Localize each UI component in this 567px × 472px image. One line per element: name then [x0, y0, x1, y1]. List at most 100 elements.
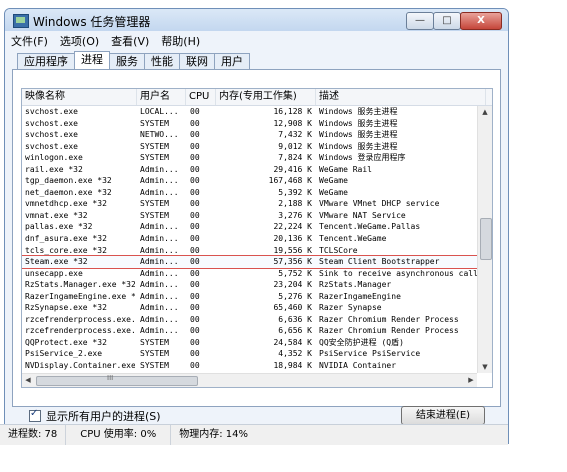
table-row[interactable]: RzStats.Manager.exe *32 Admin... 00 23,204 …: [22, 279, 477, 291]
column-image-name[interactable]: 映像名称: [22, 89, 137, 105]
process-cpu: 00: [190, 187, 200, 197]
column-user-name[interactable]: 用户名: [137, 89, 186, 105]
title-bar[interactable]: Windows 任务管理器 — □ X: [5, 9, 508, 31]
table-row[interactable]: vmnat.exe *32 SYSTEM 00 3,276 K VMware NAT S…: [22, 210, 477, 222]
scroll-up-icon[interactable]: ▲: [478, 106, 492, 118]
tab-strip: 应用程序 进程 服务 性能 联网 用户: [17, 51, 250, 69]
process-user: Admin...: [140, 222, 179, 232]
process-description: VMware VMnet DHCP service: [319, 199, 440, 209]
process-description: Tencent.WeGame.Pallas: [319, 222, 421, 232]
process-memory: 167,468 K: [268, 176, 312, 186]
process-user: Admin...: [140, 164, 179, 174]
process-memory: 19,556 K: [273, 245, 312, 255]
table-row[interactable]: rail.exe *32 Admin... 00 29,416 K WeGame Rai…: [22, 164, 477, 176]
process-user: SYSTEM: [140, 361, 169, 371]
process-user: SYSTEM: [140, 199, 169, 209]
table-row[interactable]: tgp_daemon.exe *32 Admin... 00 167,468 K WeG…: [22, 175, 477, 187]
process-user: Admin...: [140, 176, 179, 186]
scroll-left-icon[interactable]: ◀: [22, 374, 34, 387]
table-row[interactable]: unsecapp.exe Admin... 00 5,752 K Sink to rec…: [22, 268, 479, 280]
process-description: Tencent.WeGame: [319, 234, 387, 244]
process-name: rail.exe *32: [25, 164, 83, 174]
process-description: Windows 登录应用程序: [319, 153, 406, 163]
process-cpu: 00: [190, 176, 200, 186]
menu-help[interactable]: 帮助(H): [155, 33, 206, 51]
vertical-scrollbar[interactable]: ▲ ▼: [477, 106, 492, 373]
maximize-button[interactable]: □: [433, 12, 461, 30]
table-row[interactable]: RzSynapse.exe *32 Admin... 00 65,460 K Razer…: [22, 302, 477, 314]
minimize-button[interactable]: —: [406, 12, 434, 30]
table-row[interactable]: net_daemon.exe *32 Admin... 00 5,392 K WeGam…: [22, 187, 477, 199]
process-description: Windows 服务主进程: [319, 130, 398, 140]
status-bar: 进程数: 78 CPU 使用率: 0% 物理内存: 14%: [0, 424, 508, 445]
process-memory: 29,416 K: [273, 164, 312, 174]
process-cpu: 00: [190, 245, 200, 255]
process-cpu: 00: [190, 141, 200, 151]
process-description: Steam Client Bootstrapper: [319, 257, 440, 267]
table-row-selected[interactable]: Steam.exe *32 Admin... 00 57,356 K Steam Cli…: [22, 255, 478, 269]
menu-view[interactable]: 查看(V): [105, 33, 155, 51]
process-memory: 5,752 K: [278, 268, 312, 278]
column-memory[interactable]: 内存(专用工作集): [216, 89, 316, 105]
table-row[interactable]: rzcefrenderprocess.exe... Admin... 00 6,656…: [22, 325, 477, 337]
process-user: NETWO...: [140, 130, 179, 140]
table-row[interactable]: svchost.exe LOCAL... 00 16,128 K Windows 服务主…: [22, 106, 477, 118]
process-memory: 9,012 K: [278, 141, 312, 151]
show-all-processes-checkbox[interactable]: 显示所有用户的进程(S): [29, 408, 161, 424]
tab-networking[interactable]: 联网: [179, 53, 215, 69]
close-button[interactable]: X: [460, 12, 502, 30]
process-user: LOCAL...: [140, 107, 179, 116]
tab-users[interactable]: 用户: [214, 53, 250, 69]
process-description: PsiService PsiService: [319, 349, 421, 359]
table-row[interactable]: svchost.exe NETWO... 00 7,432 K Windows 服务主进…: [22, 129, 477, 141]
horizontal-scroll-thumb[interactable]: III: [36, 374, 198, 386]
scroll-down-icon[interactable]: ▼: [478, 361, 492, 373]
column-description[interactable]: 描述: [316, 89, 486, 105]
tab-services[interactable]: 服务: [109, 53, 145, 69]
tab-processes[interactable]: 进程: [74, 51, 110, 69]
column-cpu[interactable]: CPU: [186, 89, 216, 105]
process-memory: 22,224 K: [273, 222, 312, 232]
end-process-button[interactable]: 结束进程(E): [401, 406, 485, 425]
table-row[interactable]: RazerIngameEngine.exe *32 Admin... 00 5,276…: [22, 291, 477, 303]
scroll-right-icon[interactable]: ▶: [465, 374, 477, 387]
tab-performance[interactable]: 性能: [144, 53, 180, 69]
menu-options[interactable]: 选项(O): [54, 33, 105, 51]
process-description: RazerIngameEngine: [319, 291, 401, 301]
table-row[interactable]: QQProtect.exe *32 SYSTEM 00 24,584 K QQ安全防护进…: [22, 337, 477, 349]
table-row[interactable]: dnf_asura.exe *32 Admin... 00 20,136 K Tence…: [22, 233, 477, 245]
table-row[interactable]: PsiService_2.exe SYSTEM 00 4,352 K PsiServic…: [22, 348, 477, 360]
process-cpu: 00: [190, 314, 200, 324]
memory-usage: 物理内存: 14%: [179, 429, 248, 440]
process-cpu: 00: [190, 107, 200, 116]
table-row[interactable]: NVDisplay.Container.exe SYSTEM 00 18,984 K N…: [22, 360, 477, 372]
table-row[interactable]: winlogon.exe SYSTEM 00 7,824 K Windows 登录应用程…: [22, 152, 477, 164]
table-row[interactable]: vmnetdhcp.exe *32 SYSTEM 00 2,188 K VMware V…: [22, 198, 477, 210]
table-row[interactable]: tcls_core.exe *32 Admin... 00 19,556 K TCLSC…: [22, 245, 477, 257]
menu-file[interactable]: 文件(F): [5, 33, 54, 51]
process-name: rzcefrenderprocess.exe...: [25, 326, 135, 336]
table-row[interactable]: svchost.exe SYSTEM 00 9,012 K Windows 服务主进程: [22, 141, 477, 153]
horizontal-scrollbar[interactable]: ◀ III ▶: [22, 373, 477, 387]
process-name: Steam.exe *32: [25, 257, 88, 267]
process-description: TCLSCore: [319, 245, 358, 255]
process-memory: 6,656 K: [278, 326, 312, 336]
list-header: 映像名称 用户名 CPU 内存(专用工作集) 描述: [22, 89, 492, 106]
vertical-scroll-thumb[interactable]: [480, 218, 492, 260]
process-memory: 5,276 K: [278, 291, 312, 301]
process-cpu: 00: [190, 303, 200, 313]
process-cpu: 00: [190, 118, 200, 128]
process-name: rzcefrenderprocess.exe...: [25, 314, 135, 324]
process-description: VMware NAT Service: [319, 210, 406, 220]
process-name: vmnetdhcp.exe *32: [25, 199, 107, 209]
process-name: PsiService_2.exe: [25, 349, 103, 359]
checkbox-checked-icon[interactable]: [29, 408, 41, 422]
process-user: Admin...: [140, 187, 179, 197]
task-manager-window: Windows 任务管理器 — □ X 文件(F) 选项(O) 查看(V) 帮助…: [4, 8, 509, 444]
table-row[interactable]: rzcefrenderprocess.exe... Admin... 00 6,636…: [22, 314, 477, 326]
process-description: Windows 服务主进程: [319, 118, 398, 128]
tab-applications[interactable]: 应用程序: [17, 53, 75, 69]
menu-bar: 文件(F) 选项(O) 查看(V) 帮助(H): [5, 33, 508, 51]
table-row[interactable]: pallas.exe *32 Admin... 00 22,224 K Tencent.…: [22, 221, 477, 233]
table-row[interactable]: svchost.exe SYSTEM 00 12,908 K Windows 服务主进程: [22, 118, 477, 130]
